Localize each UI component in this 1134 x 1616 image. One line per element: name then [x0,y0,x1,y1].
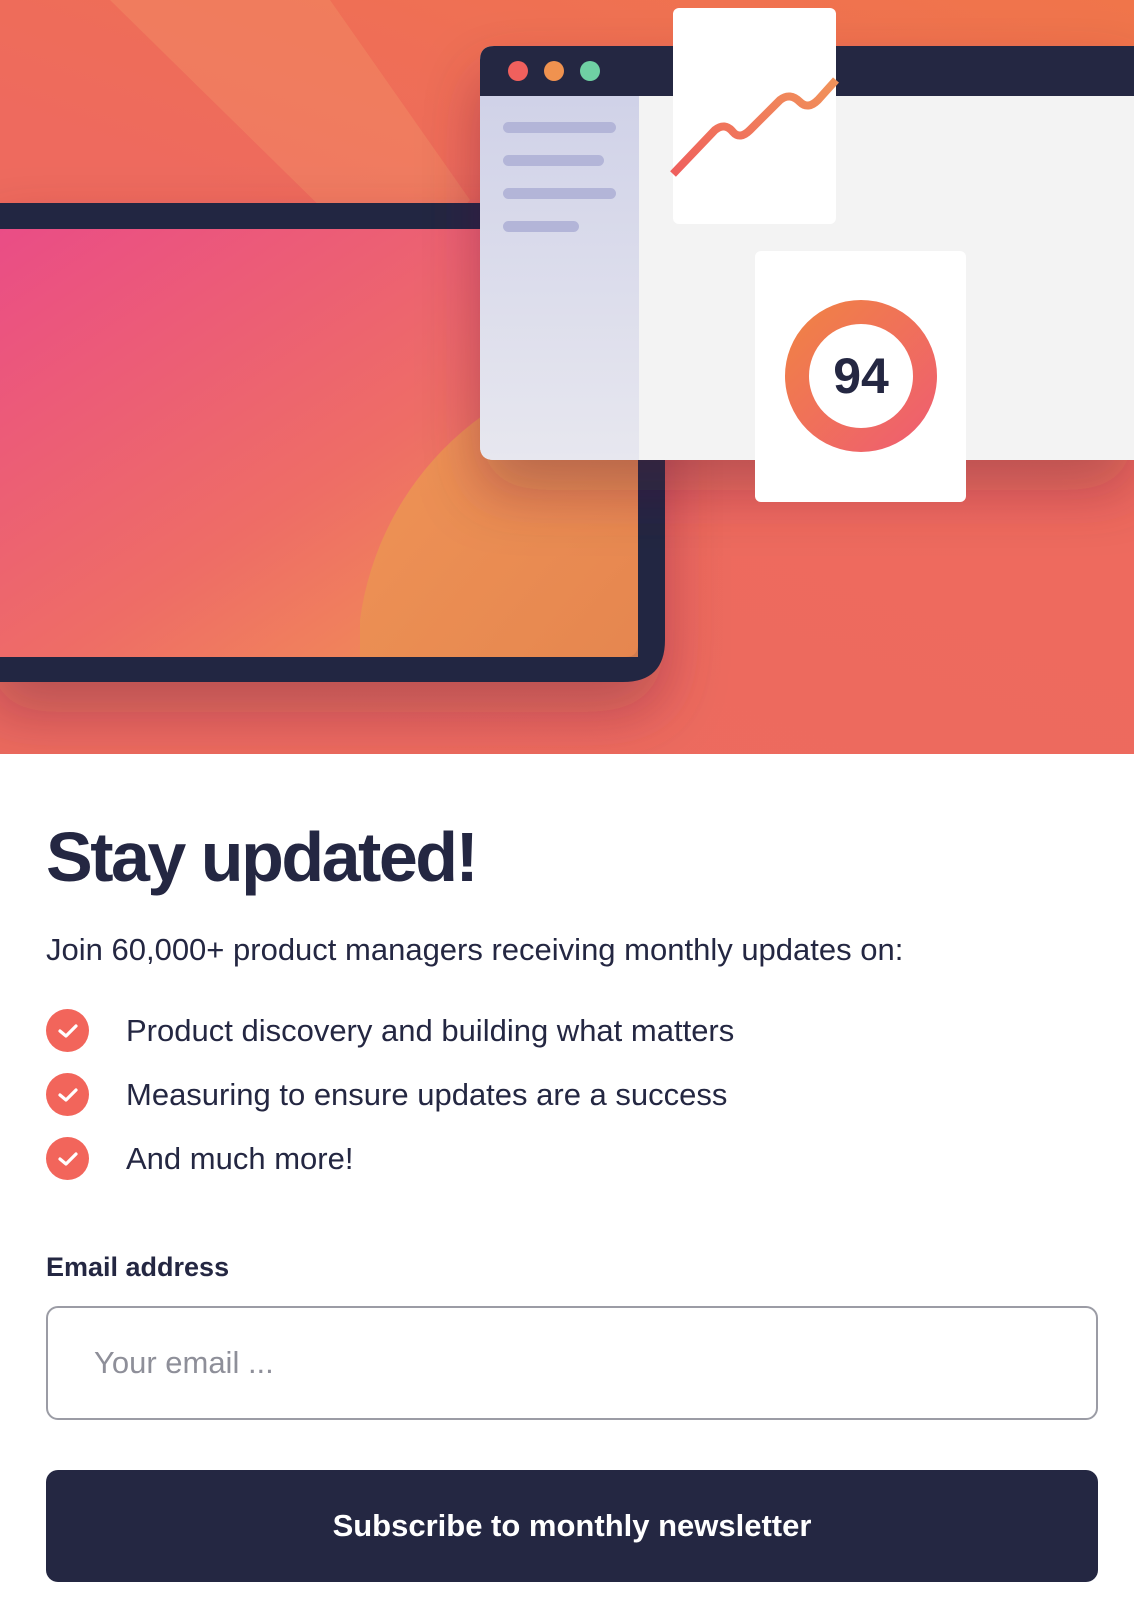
check-icon [46,1073,89,1116]
email-label: Email address [46,1252,230,1282]
score-value: 94 [833,348,889,404]
benefit-text: And much more! [126,1141,354,1176]
page-title: Stay updated! [46,818,479,896]
hero-graphic: 94 [0,0,1134,682]
check-icon [46,1137,89,1180]
window-maximize-dot [580,61,600,81]
email-field[interactable] [46,1306,1098,1420]
benefit-text: Product discovery and building what matt… [126,1013,735,1048]
check-icon [46,1009,89,1052]
browser-sidebar [480,96,639,460]
benefit-text: Measuring to ensure updates are a succes… [126,1077,728,1112]
window-minimize-dot [544,61,564,81]
intro-text: Join 60,000+ product managers receiving … [46,932,904,967]
subscribe-button[interactable]: Subscribe to monthly newsletter [46,1470,1098,1582]
hero-illustration: 94 [0,0,1134,754]
window-close-dot [508,61,528,81]
trend-chart-card [673,8,836,224]
